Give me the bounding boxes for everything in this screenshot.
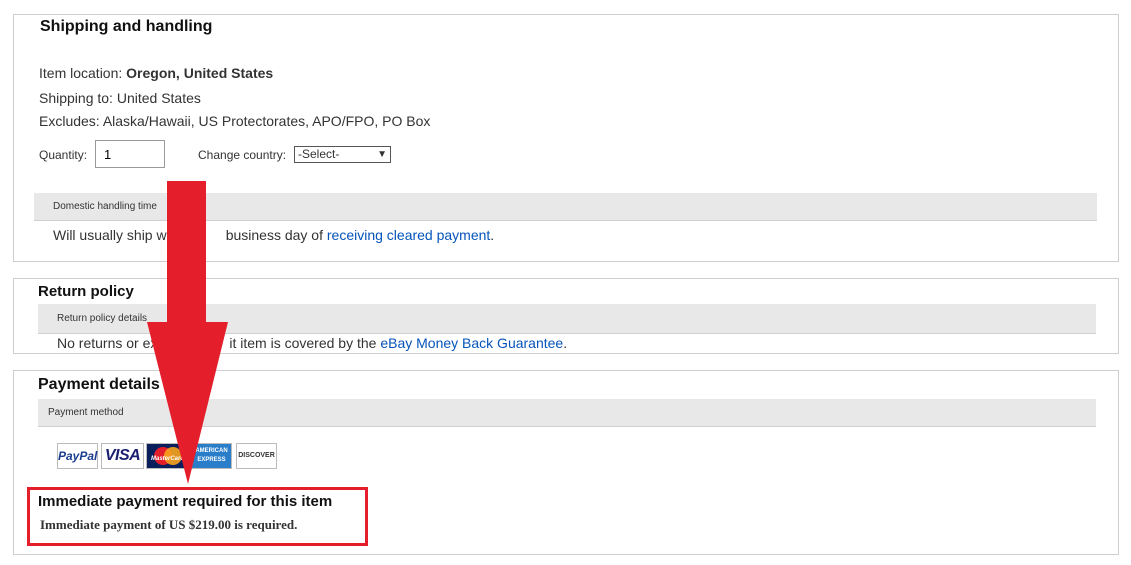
- amex-label: AMERICAN EXPRESS: [195, 448, 228, 463]
- paypal-icon: PayPal: [57, 443, 98, 469]
- item-location-value: Oregon, United States: [126, 65, 274, 81]
- item-location: Item location: Oregon, United States: [39, 65, 273, 81]
- handling-text-mid: business day of: [225, 227, 327, 243]
- shipping-to: Shipping to: United States: [39, 90, 201, 106]
- handling-text-end: .: [490, 227, 495, 243]
- receiving-cleared-payment-link[interactable]: receiving cleared payment: [327, 227, 490, 243]
- mastercard-label: MasterCard: [150, 456, 184, 462]
- item-location-label: Item location:: [39, 65, 123, 81]
- payment-method-header: Payment method: [38, 399, 1096, 427]
- shipping-title: Shipping and handling: [40, 18, 213, 35]
- return-text-start: No returns or ex: [57, 335, 158, 351]
- amex-icon: AMERICAN EXPRESS: [191, 443, 232, 469]
- payment-method-label: Payment method: [48, 407, 124, 418]
- handling-header: Domestic handling time: [34, 193, 1097, 221]
- discover-icon: DISCOVER: [236, 443, 277, 469]
- return-text-end: .: [563, 335, 568, 351]
- immediate-payment-title: Immediate payment required for this item: [38, 493, 333, 510]
- chevron-down-icon: ▼: [377, 149, 387, 160]
- change-country-label: Change country:: [198, 148, 287, 162]
- handling-text-start: Will usually ship wi: [53, 227, 170, 243]
- paypal-label: PayPal: [58, 449, 98, 463]
- handling-header-label: Domestic handling time: [53, 201, 157, 212]
- country-selected-value: -Select-: [298, 147, 340, 161]
- mastercard-icon: MasterCard: [146, 443, 189, 469]
- visa-icon: VISA: [101, 443, 144, 469]
- return-details-label: Return policy details: [57, 313, 148, 324]
- handling-text: Will usually ship wi business day of rece…: [53, 227, 494, 243]
- quantity-label: Quantity:: [39, 148, 88, 162]
- country-select[interactable]: -Select- ▼: [294, 146, 391, 163]
- return-text: No returns or ex it item is covered by th…: [57, 335, 567, 351]
- return-text-mid: it item is covered by the: [229, 335, 381, 351]
- return-details-header: Return policy details: [38, 304, 1096, 334]
- return-policy-title: Return policy: [38, 283, 134, 300]
- shipping-panel: [13, 14, 1119, 262]
- quantity-input[interactable]: [95, 140, 165, 168]
- discover-label: DISCOVER: [238, 452, 275, 459]
- visa-label: VISA: [104, 447, 141, 464]
- immediate-payment-text: Immediate payment of US $219.00 is requi…: [40, 517, 298, 532]
- money-back-guarantee-link[interactable]: eBay Money Back Guarantee: [380, 335, 563, 351]
- payment-title: Payment details: [38, 376, 160, 393]
- shipping-excludes: Excludes: Alaska/Hawaii, US Protectorate…: [39, 113, 431, 129]
